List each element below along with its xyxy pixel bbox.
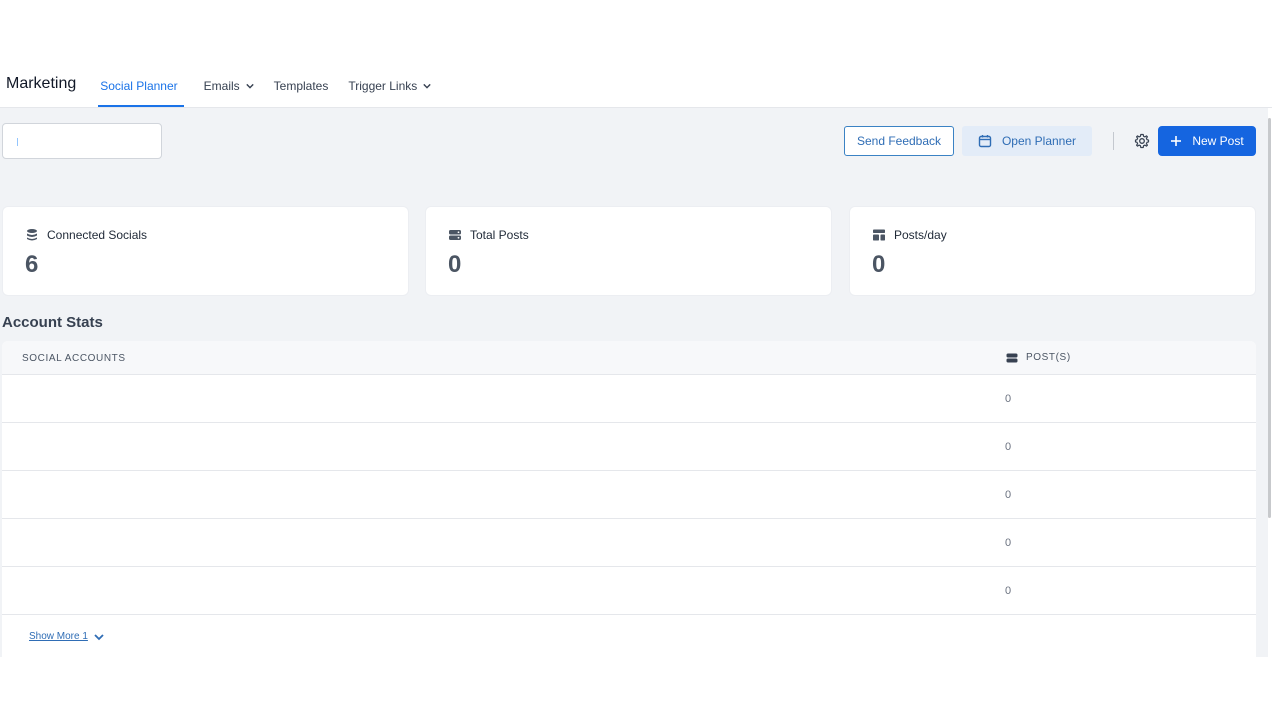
- scrollbar-thumb[interactable]: [1268, 118, 1271, 518]
- tab-label: Social Planner: [100, 79, 178, 93]
- open-planner-button[interactable]: Open Planner: [962, 126, 1092, 156]
- stat-value: 0: [448, 251, 462, 278]
- posts-count: 0: [1005, 585, 1012, 597]
- stat-value: 0: [872, 251, 886, 278]
- stat-card-posts-per-day: Posts/day 0: [849, 206, 1256, 296]
- tab-label: Templates: [273, 79, 329, 93]
- server-icon: [1006, 353, 1018, 362]
- stat-card-header: Posts/day: [872, 228, 947, 242]
- social-account-cell: [16, 525, 352, 561]
- show-more-link[interactable]: Show More 1: [29, 631, 104, 642]
- toolbar-divider: [1113, 132, 1114, 150]
- stat-value: 6: [25, 251, 39, 278]
- stat-card-header: Connected Socials: [25, 228, 147, 242]
- posts-count: 0: [1005, 489, 1012, 501]
- stat-card-total-posts: Total Posts 0: [425, 206, 832, 296]
- social-account-cell: [16, 477, 352, 513]
- stat-card-connected-socials: Connected Socials 6: [2, 206, 409, 296]
- search-input[interactable]: [19, 132, 155, 152]
- table-row: 0: [2, 519, 1256, 567]
- top-navigation: Marketing Social Planner Emails Template…: [0, 62, 1272, 108]
- posts-count: 0: [1005, 441, 1012, 453]
- stat-label: Total Posts: [470, 228, 529, 242]
- social-account-cell: [16, 573, 352, 609]
- server-icon: [449, 230, 461, 240]
- text-caret: [17, 138, 18, 146]
- chevron-down-icon: [245, 83, 254, 89]
- tab-trigger-links[interactable]: Trigger Links: [348, 79, 431, 107]
- main-content: Send Feedback Open Planner New Post Conn…: [0, 108, 1268, 657]
- show-more-label: Show More 1: [29, 631, 88, 642]
- tab-templates[interactable]: Templates: [274, 79, 329, 107]
- table-header: SOCIAL ACCOUNTS POST(S): [2, 341, 1256, 375]
- send-feedback-button[interactable]: Send Feedback: [844, 126, 954, 156]
- posts-count: 0: [1005, 537, 1012, 549]
- calendar-icon: [978, 135, 992, 148]
- social-account-cell: [16, 381, 352, 417]
- tab-label: Emails: [203, 79, 240, 93]
- table-row: 0: [2, 375, 1256, 423]
- stat-label: Connected Socials: [47, 228, 148, 242]
- layout-icon: [873, 229, 885, 241]
- new-post-label: New Post: [1192, 134, 1244, 148]
- table-row: 0: [2, 423, 1256, 471]
- app-title: Marketing: [6, 75, 77, 92]
- tab-social-planner[interactable]: Social Planner: [98, 79, 184, 107]
- table-row: 0: [2, 567, 1256, 615]
- new-post-button[interactable]: New Post: [1158, 126, 1256, 156]
- gear-icon[interactable]: [1134, 133, 1150, 149]
- send-feedback-label: Send Feedback: [856, 134, 942, 148]
- chevron-down-icon: [423, 83, 431, 89]
- plus-icon: [1171, 136, 1182, 146]
- tab-emails[interactable]: Emails: [204, 79, 254, 107]
- account-stats-table: SOCIAL ACCOUNTS POST(S) 0 0 0 0 0 Show M…: [2, 341, 1256, 657]
- column-header-label: POST(S): [1026, 352, 1071, 363]
- open-planner-label: Open Planner: [1001, 134, 1077, 148]
- database-icon: [27, 229, 37, 241]
- table-row: 0: [2, 471, 1256, 519]
- vertical-scrollbar[interactable]: [1268, 108, 1272, 657]
- tab-label: Trigger Links: [348, 79, 418, 93]
- section-title: Account Stats: [2, 314, 103, 331]
- stat-label: Posts/day: [894, 228, 947, 242]
- column-header-social-accounts: SOCIAL ACCOUNTS: [22, 353, 126, 364]
- social-account-cell: [16, 429, 352, 465]
- column-header-posts: POST(S): [1006, 352, 1071, 363]
- search-field[interactable]: [2, 123, 162, 159]
- posts-count: 0: [1005, 393, 1012, 405]
- stat-card-header: Total Posts: [448, 228, 529, 242]
- chevron-down-icon: [94, 633, 104, 640]
